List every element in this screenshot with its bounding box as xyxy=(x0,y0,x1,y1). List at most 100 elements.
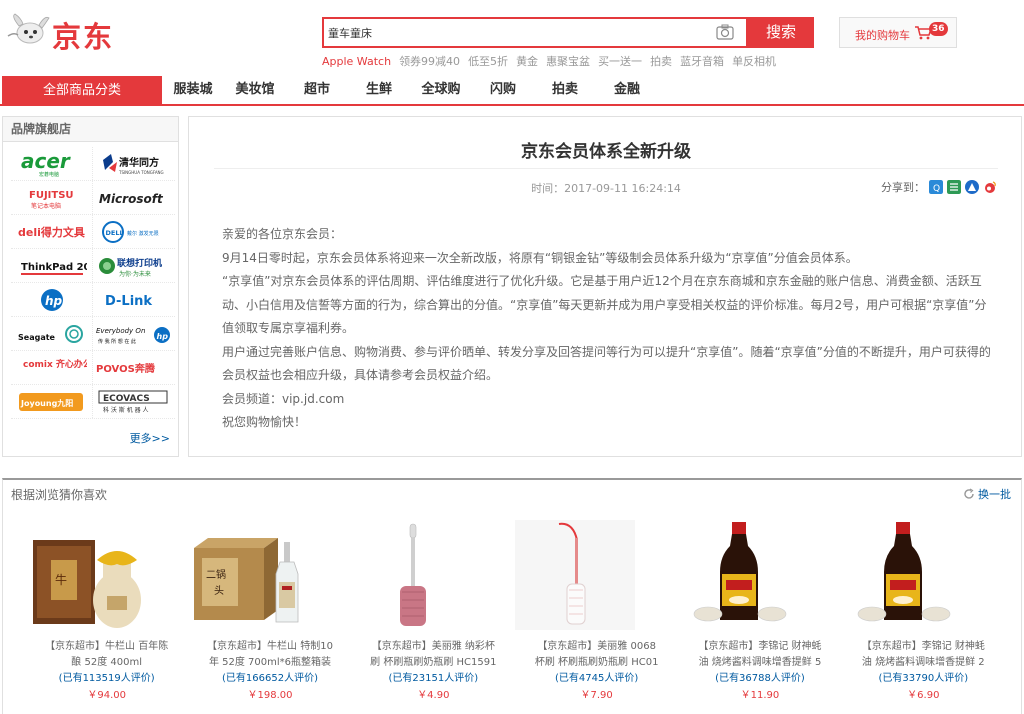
nav-item[interactable]: 闪购 xyxy=(472,76,534,104)
renren-share-icon[interactable] xyxy=(947,180,961,194)
all-categories-button[interactable]: 全部商品分类 xyxy=(2,76,162,106)
comix-logo-text: comix 齐心办公 xyxy=(23,358,87,370)
product-list: 牛 【京东超市】牛栏山 百年陈酿 52度 400ml (已有113519人评价)… xyxy=(25,520,1005,704)
brand-panel-title: 品牌旗舰店 xyxy=(3,117,178,142)
svg-text:二锅: 二锅 xyxy=(206,569,226,581)
svg-text:hp: hp xyxy=(157,332,169,341)
refresh-icon xyxy=(964,488,974,499)
brand-logo-povos[interactable]: POVOS奔腾 xyxy=(93,351,175,384)
product-card[interactable]: 牛 【京东超市】牛栏山 百年陈酿 52度 400ml (已有113519人评价)… xyxy=(25,520,188,704)
product-card[interactable]: 【京东超市】李锦记 财神蚝油 烧烤酱料调味增香提鲜 5 (已有36788人评价)… xyxy=(678,520,841,704)
search-button[interactable]: 搜索 xyxy=(748,17,814,48)
product-image-oyster-sauce[interactable] xyxy=(678,520,798,630)
hot-word[interactable]: 领券99减40 xyxy=(399,55,460,68)
hot-word[interactable]: 黄金 xyxy=(516,55,538,68)
product-image-oyster-sauce[interactable] xyxy=(842,520,962,630)
nav-item[interactable]: 金融 xyxy=(596,76,658,104)
article-paragraph: 用户通过完善账户信息、购物消费、参与评价晒单、转发分享及回答提问等行为可以提升“… xyxy=(222,344,991,383)
svg-text:Q: Q xyxy=(933,184,940,194)
share-label: 分享到： xyxy=(881,181,925,194)
product-comments[interactable]: (已有4745人评价) xyxy=(515,671,678,687)
article-paragraph: 亲爱的各位京东会员： xyxy=(222,227,343,241)
cart-button[interactable]: 我的购物车 36 xyxy=(839,17,957,48)
hot-word[interactable]: 蓝牙音箱 xyxy=(680,55,724,68)
refresh-label: 换一批 xyxy=(978,488,1011,501)
product-image-baijiu-jar[interactable]: 牛 xyxy=(25,520,145,630)
product-name[interactable]: 【京东超市】李锦记 财神蚝油 烧烤酱料调味增香提鲜 2 xyxy=(859,639,987,671)
svg-text:戴尔 激发无限: 戴尔 激发无限 xyxy=(127,230,159,237)
hot-word[interactable]: 惠聚宝盆 xyxy=(546,55,590,68)
nav-item[interactable]: 全球购 xyxy=(410,76,472,104)
article-title: 京东会员体系全新升级 xyxy=(521,142,691,162)
product-comments[interactable]: (已有36788人评价) xyxy=(678,671,841,687)
brand-logo-deli[interactable]: deli得力文具 xyxy=(11,215,93,248)
search-input[interactable]: 童车童床 xyxy=(328,25,372,41)
weibo-share-icon[interactable] xyxy=(983,180,997,194)
product-image-erguotou-box[interactable]: 二锅 头 xyxy=(188,520,308,630)
hot-word[interactable]: 低至5折 xyxy=(468,55,508,68)
nav-item[interactable]: 超市 xyxy=(286,76,348,104)
product-name[interactable]: 【京东超市】李锦记 财神蚝油 烧烤酱料调味增香提鲜 5 xyxy=(696,639,824,671)
product-comments[interactable]: (已有23151人评价) xyxy=(352,671,515,687)
article-body: 亲爱的各位京东会员： 9月14日零时起，京东会员体系将迎来一次全新改版，将原有“… xyxy=(222,223,992,435)
product-comments[interactable]: (已有166652人评价) xyxy=(188,671,351,687)
kaixin-share-icon[interactable] xyxy=(965,180,979,194)
joyoung-logo-text: Joyoung九阳 xyxy=(20,398,73,408)
hot-word[interactable]: 拍卖 xyxy=(650,55,672,68)
product-card[interactable]: 【京东超市】李锦记 财神蚝油 烧烤酱料调味增香提鲜 2 (已有33790人评价)… xyxy=(842,520,1005,704)
dlink-logo-text: D-Link xyxy=(105,294,152,309)
thinkpad-logo-text: ThinkPad 20 xyxy=(21,262,87,273)
brand-logo-acer[interactable]: acer 宏碁电脑 xyxy=(11,147,93,180)
logo-text: 京东 xyxy=(52,20,115,54)
product-name[interactable]: 【京东超市】牛栏山 百年陈酿 52度 400ml xyxy=(43,639,171,671)
product-image-bottle-brush-white[interactable] xyxy=(514,520,635,630)
brand-logo-thinkpad[interactable]: ThinkPad 20 xyxy=(11,249,93,282)
refresh-button[interactable]: 换一批 xyxy=(963,486,1011,502)
brand-logo-dell[interactable]: DELL 戴尔 激发无限 xyxy=(93,215,175,248)
brand-logo-seagate[interactable]: Seagate xyxy=(11,317,93,350)
brand-logo-ecovacs[interactable]: ECOVACS 科 沃 斯 机 器 人 xyxy=(93,385,175,418)
product-card[interactable]: 二锅 头 【京东超市】牛栏山 特制10年 52度 700ml*6瓶整箱装 (已有… xyxy=(188,520,351,704)
brand-logo-tongfang[interactable]: 清华同方 TSINGHUA TONGFANG xyxy=(93,147,175,180)
product-comments[interactable]: (已有33790人评价) xyxy=(842,671,1005,687)
svg-text:头: 头 xyxy=(214,585,224,597)
nav-item[interactable]: 服装城 xyxy=(162,76,224,104)
product-name[interactable]: 【京东超市】牛栏山 特制10年 52度 700ml*6瓶整箱装 xyxy=(206,639,334,671)
product-image-bottle-brush-pink[interactable] xyxy=(352,520,472,630)
product-name[interactable]: 【京东超市】美丽雅 纳彩杯刷 杯刷瓶刷奶瓶刷 HC1591 xyxy=(369,639,497,671)
brand-grid: acer 宏碁电脑 清华同方 TSINGHUA TONGFANG FUJITSU… xyxy=(11,147,175,419)
qzone-share-icon[interactable]: Q xyxy=(929,180,943,194)
nav-item[interactable]: 美妆馆 xyxy=(224,76,286,104)
hot-word[interactable]: 买一送一 xyxy=(598,55,642,68)
product-comments[interactable]: (已有113519人评价) xyxy=(25,671,188,687)
brand-logo-microsoft[interactable]: Microsoft xyxy=(93,181,175,214)
article-paragraph: 会员频道：vip.jd.com xyxy=(222,391,345,406)
more-brands-link[interactable]: 更多>> xyxy=(130,430,170,446)
nav-item[interactable]: 拍卖 xyxy=(534,76,596,104)
article-paragraph: 祝您购物愉快！ xyxy=(222,415,307,429)
cart-count-badge: 36 xyxy=(929,22,948,36)
product-card[interactable]: 【京东超市】美丽雅 0068 杯刷 杯刷瓶刷奶瓶刷 HC01 (已有4745人评… xyxy=(514,520,678,704)
svg-text:宏碁电脑: 宏碁电脑 xyxy=(39,171,59,178)
brand-logo-joyoung[interactable]: Joyoung九阳 xyxy=(11,385,93,418)
nav-item[interactable]: 生鲜 xyxy=(348,76,410,104)
everybody-logo-text: Everybody On xyxy=(96,327,145,335)
brand-logo-hp-everybody[interactable]: Everybody On 传 我 所 想 在 此 hp xyxy=(93,317,175,350)
brand-logo-fujitsu[interactable]: FUJITSU 笔记本电脑 xyxy=(11,181,93,214)
product-name[interactable]: 【京东超市】美丽雅 0068 杯刷 杯刷瓶刷奶瓶刷 HC01 xyxy=(533,639,661,671)
brand-logo-comix[interactable]: comix 齐心办公 xyxy=(11,351,93,384)
brand-logo-lenovo-printer[interactable]: 联想打印机 为你·为未来 xyxy=(93,249,175,282)
microsoft-logo-text: Microsoft xyxy=(99,192,164,206)
camera-icon[interactable] xyxy=(716,24,734,40)
lenovo-printer-logo-text: 联想打印机 xyxy=(117,257,162,269)
povos-logo-text: POVOS奔腾 xyxy=(96,362,156,375)
product-card[interactable]: 【京东超市】美丽雅 纳彩杯刷 杯刷瓶刷奶瓶刷 HC1591 (已有23151人评… xyxy=(352,520,515,704)
fujitsu-logo-text: FUJITSU xyxy=(29,190,74,201)
brand-logo-hp[interactable]: hp xyxy=(11,283,93,316)
brand-logo-dlink[interactable]: D-Link xyxy=(93,283,175,316)
search-box[interactable]: 童车童床 xyxy=(322,17,748,48)
svg-text:牛: 牛 xyxy=(55,572,67,587)
hot-word[interactable]: Apple Watch xyxy=(322,55,391,68)
hot-word[interactable]: 单反相机 xyxy=(732,55,776,68)
jd-logo[interactable]: 京东 xyxy=(5,8,120,54)
